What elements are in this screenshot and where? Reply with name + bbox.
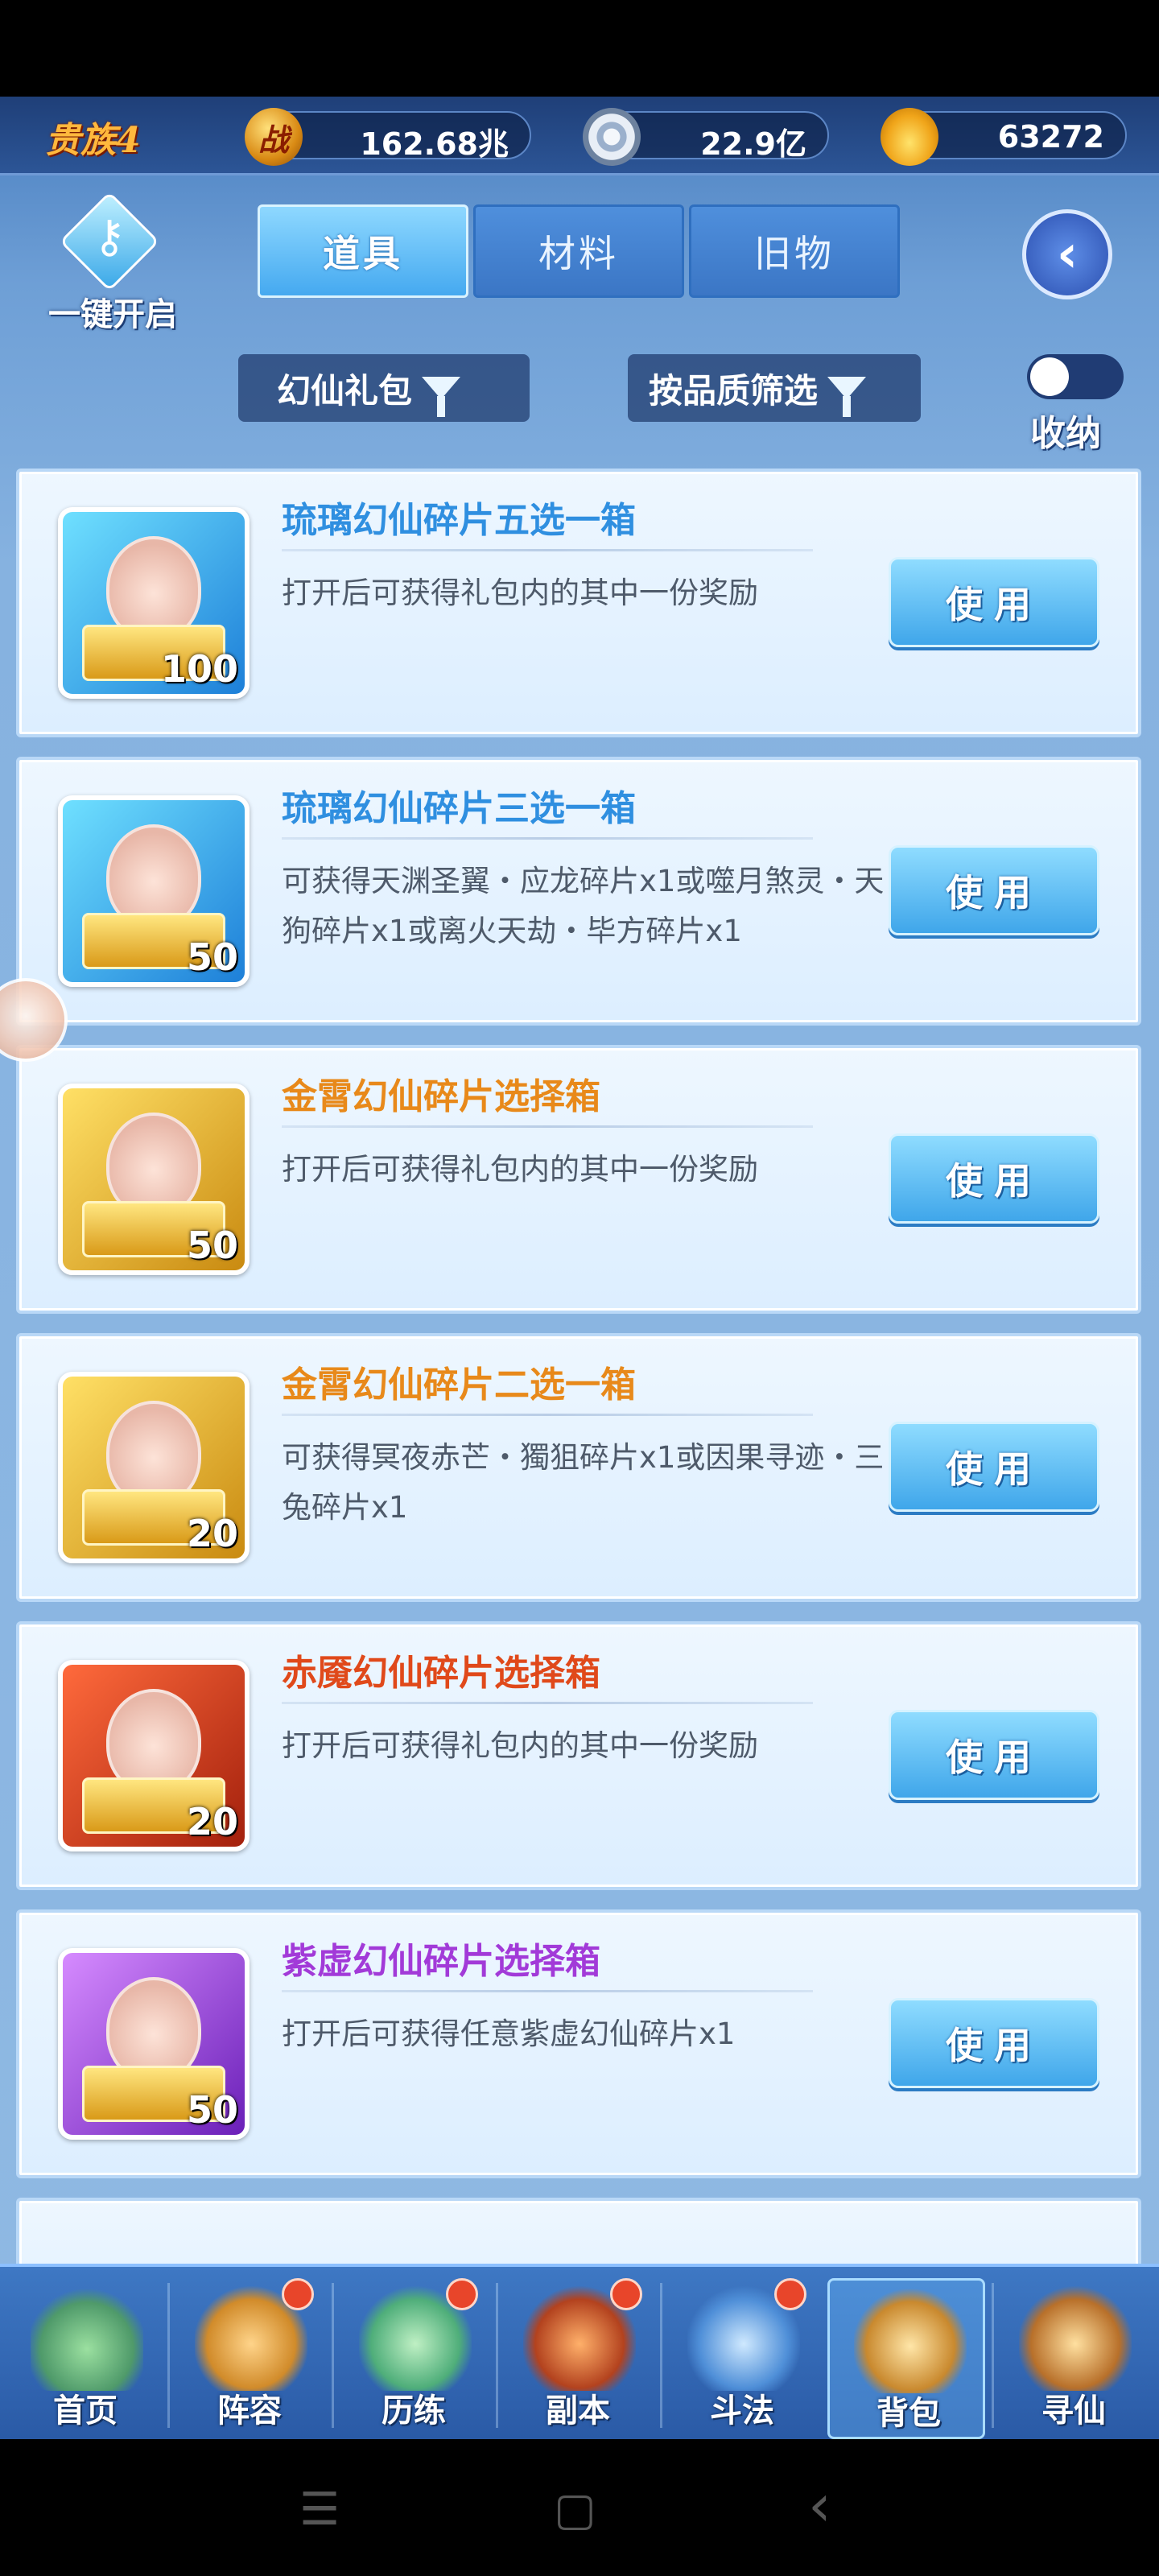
vip-rank: 贵族4 [45,120,141,161]
power-display: 战 162.68兆 [245,108,531,166]
notification-dot [774,2278,806,2310]
ingot-display[interactable]: 63272 [881,108,1127,166]
divider [282,549,813,551]
type-filter-label: 幻仙礼包 [277,370,413,411]
item-count: 20 [186,1512,238,1555]
quality-filter-dropdown[interactable]: 按品质筛选 [628,354,921,422]
bag-icon [854,2289,967,2393]
nav-home[interactable]: 首页 [6,2278,164,2439]
funnel-icon [827,377,867,417]
item-thumbnail[interactable]: 50 [58,1084,250,1275]
tab-materials[interactable]: 材料 [473,204,684,298]
item-thumbnail[interactable]: 20 [58,1660,250,1852]
collapse-label: 收纳 [1030,413,1101,454]
list-item: 20 赤魇幻仙碎片选择箱 打开后可获得礼包内的其中一份奖励 使用 [16,1621,1141,1890]
open-all-label: 一键开启 [48,296,177,333]
list-item: 20 金霄幻仙碎片二选一箱 可获得冥夜赤芒・獨狙碎片x1或因果寻迹・三兔碎片x1… [16,1333,1141,1602]
nav-label: 阵容 [217,2392,282,2429]
home-icon[interactable]: ▢ [554,2483,596,2536]
use-button[interactable]: 使用 [889,1998,1099,2088]
list-item: 50 紫虚幻仙碎片选择箱 打开后可获得任意紫虚幻仙碎片x1 使用 [16,1909,1141,2178]
nav-lineup[interactable]: 阵容 [171,2278,328,2439]
divider [282,1702,813,1704]
use-button[interactable]: 使用 [889,1710,1099,1800]
notification-dot [282,2278,314,2310]
menu-icon[interactable]: ☰ [299,2483,340,2536]
item-list[interactable]: 100 琉璃幻仙碎片五选一箱 打开后可获得礼包内的其中一份奖励 使用 50 琉璃… [0,469,1159,2360]
list-item: 50 金霄幻仙碎片选择箱 打开后可获得礼包内的其中一份奖励 使用 [16,1045,1141,1314]
coin-icon [583,108,641,166]
nav-battle[interactable]: 斗法 [663,2278,821,2439]
scroll-icon [1019,2286,1132,2391]
nav-training[interactable]: 历练 [335,2278,493,2439]
notification-dot [610,2278,642,2310]
nav-label: 首页 [53,2392,118,2429]
divider [282,837,813,840]
home-island-icon [31,2286,143,2391]
nav-seek[interactable]: 寻仙 [995,2278,1153,2439]
use-button[interactable]: 使用 [889,1422,1099,1512]
use-button[interactable]: 使用 [889,557,1099,647]
coin-value: 22.9亿 [700,126,806,162]
status-bar [0,0,1159,97]
nav-dungeon[interactable]: 副本 [499,2278,657,2439]
divider [282,1990,813,1992]
list-item: 100 琉璃幻仙碎片五选一箱 打开后可获得礼包内的其中一份奖励 使用 [16,469,1141,737]
ingot-value: 63272 [997,119,1104,155]
power-value: 162.68兆 [360,126,509,162]
list-item: 50 琉璃幻仙碎片三选一箱 可获得天渊圣翼・应龙碎片x1或噬月煞灵・天狗碎片x1… [16,757,1141,1026]
nav-label: 寻仙 [1041,2392,1106,2429]
divider [282,1414,813,1416]
item-thumbnail[interactable]: 100 [58,507,250,699]
notification-dot [446,2278,478,2310]
item-description: 可获得冥夜赤芒・獨狙碎片x1或因果寻迹・三兔碎片x1 [282,1440,885,1525]
item-count: 50 [186,1224,238,1267]
nav-label: 斗法 [710,2392,774,2429]
power-icon: 战 [245,108,303,166]
resource-bar: 贵族4 战 162.68兆 22.9亿 63272 [0,97,1159,175]
item-title: 琉璃幻仙碎片三选一箱 [282,788,636,829]
bottom-nav: 首页 阵容 历练 副本 斗法 背包 寻仙 [0,2264,1159,2439]
tab-relics[interactable]: 旧物 [689,204,900,298]
item-thumbnail[interactable]: 50 [58,795,250,987]
item-count: 50 [186,935,238,979]
item-title: 琉璃幻仙碎片五选一箱 [282,500,636,541]
item-count: 50 [186,2088,238,2132]
nav-label: 副本 [546,2392,610,2429]
item-count: 20 [186,1800,238,1843]
divider [282,1125,813,1128]
open-all-button[interactable]: ⚷ 一键开启 [32,191,193,338]
funnel-icon [422,377,461,417]
game-screen: 贵族4 战 162.68兆 22.9亿 63272 ⚷ 一键开启 道具 材料 旧… [0,97,1159,2439]
item-description: 打开后可获得任意紫虚幻仙碎片x1 [282,2017,736,2051]
item-description: 打开后可获得礼包内的其中一份奖励 [282,576,758,610]
nav-label: 历练 [382,2392,446,2429]
item-thumbnail[interactable]: 20 [58,1372,250,1563]
tab-props[interactable]: 道具 [258,204,468,298]
system-nav-bar: ☰ ▢ ‹ [0,2439,1159,2576]
gold-ingot-icon [881,108,938,166]
item-title: 金霄幻仙碎片二选一箱 [282,1364,636,1406]
item-count: 100 [160,647,238,691]
key-icon: ⚷ [59,191,160,292]
coin-display: 22.9亿 [583,108,829,166]
nav-label: 背包 [876,2395,941,2432]
item-thumbnail[interactable]: 50 [58,1948,250,2140]
use-button[interactable]: 使用 [889,845,1099,935]
item-description: 打开后可获得礼包内的其中一份奖励 [282,1152,758,1187]
nav-backpack[interactable]: 背包 [827,2278,985,2439]
item-title: 紫虚幻仙碎片选择箱 [282,1941,600,1982]
item-description: 可获得天渊圣翼・应龙碎片x1或噬月煞灵・天狗碎片x1或离火天劫・毕方碎片x1 [282,864,885,948]
toggle-knob [1030,357,1069,396]
item-description: 打开后可获得礼包内的其中一份奖励 [282,1728,758,1763]
type-filter-dropdown[interactable]: 幻仙礼包 [238,354,530,422]
use-button[interactable]: 使用 [889,1133,1099,1224]
back-arrow-icon[interactable]: ‹ [1022,209,1112,299]
item-title: 赤魇幻仙碎片选择箱 [282,1653,600,1694]
item-title: 金霄幻仙碎片选择箱 [282,1076,600,1117]
back-icon[interactable]: ‹ [808,2471,831,2539]
quality-filter-label: 按品质筛选 [649,370,819,411]
collapse-toggle[interactable] [1027,354,1124,399]
